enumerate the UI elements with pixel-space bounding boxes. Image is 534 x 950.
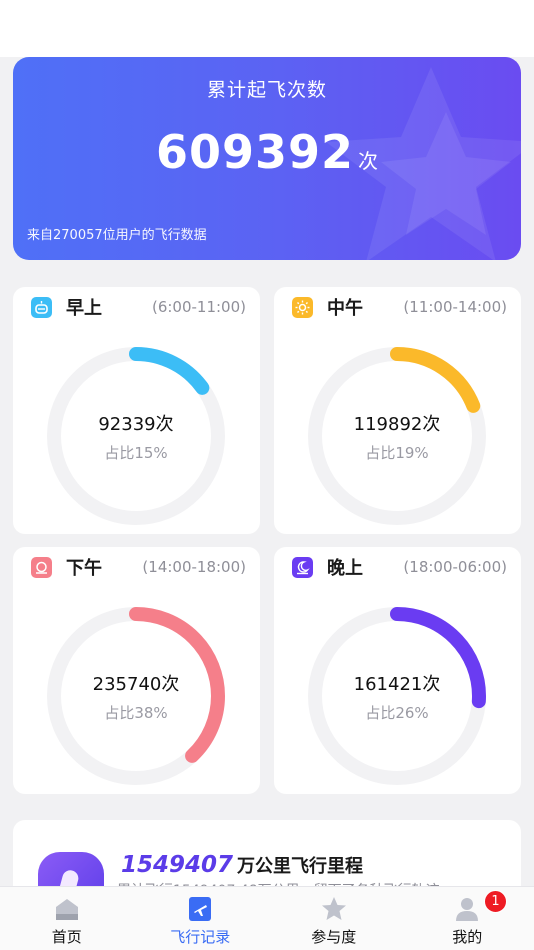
period-count: 119892次 (353, 413, 441, 435)
period-share: 占比19% (365, 443, 429, 462)
tab-label: 飞行记录 (170, 928, 231, 946)
tab-participation[interactable]: 参与度 (267, 887, 401, 950)
period-label: 早上 (66, 298, 102, 319)
sun-icon (292, 296, 313, 318)
period-count: 161421次 (353, 673, 441, 695)
period-range: (18:00-06:00) (403, 558, 507, 576)
tab-label: 首页 (51, 928, 82, 946)
total-flight-count: 609392 次 (13, 125, 521, 179)
total-count-number: 609392 (155, 125, 355, 179)
tab-mine[interactable]: 我的 (401, 887, 534, 950)
period-range: (6:00-11:00) (151, 298, 246, 316)
period-share: 占比26% (365, 703, 429, 722)
period-card-morning[interactable]: 早上 (6:00-11:00) 92339次 占比15% (13, 287, 260, 534)
period-share: 占比38% (104, 703, 168, 722)
period-label: 下午 (66, 558, 102, 579)
star-icon (321, 897, 346, 920)
tab-label: 参与度 (311, 928, 357, 946)
mileage-value: 1549407 (121, 852, 234, 878)
bottom-tab-bar: 首页 飞行记录 参与度 我的 (0, 886, 534, 950)
period-count: 92339次 (98, 413, 174, 435)
period-card-noon[interactable]: 中午 (11:00-14:00) 119892次 占比19% (274, 287, 521, 534)
notification-badge: 1 (484, 890, 507, 913)
period-card-night[interactable]: 晚上 (18:00-06:00) 161421次 占比26% (274, 547, 521, 794)
tab-flight-record[interactable]: 飞行记录 (134, 887, 268, 950)
tab-label: 我的 (452, 928, 483, 946)
period-range: (11:00-14:00) (403, 298, 507, 316)
period-label: 晚上 (327, 558, 363, 579)
mileage-label: 万公里飞行里程 (237, 856, 364, 877)
period-label: 中午 (327, 298, 363, 319)
banner-title: 累计起飞次数 (206, 79, 327, 101)
flight-record-icon (189, 897, 212, 921)
count-unit: 次 (358, 149, 379, 173)
status-bar (0, 0, 534, 57)
period-count: 235740次 (92, 673, 180, 695)
sunrise-icon (31, 296, 52, 318)
period-share: 占比15% (104, 443, 168, 462)
period-card-afternoon[interactable]: 下午 (14:00-18:00) 235740次 占比38% (13, 547, 260, 794)
sunset-icon (31, 556, 52, 578)
moon-icon (292, 556, 313, 578)
period-range: (14:00-18:00) (142, 558, 246, 576)
total-flights-banner: 累计起飞次数 609392 次 来自270057位用户的飞行数据 (13, 57, 521, 260)
user-icon (456, 898, 479, 921)
home-icon (55, 899, 78, 920)
banner-subtitle: 来自270057位用户的飞行数据 (27, 228, 207, 243)
tab-home[interactable]: 首页 (0, 887, 134, 950)
